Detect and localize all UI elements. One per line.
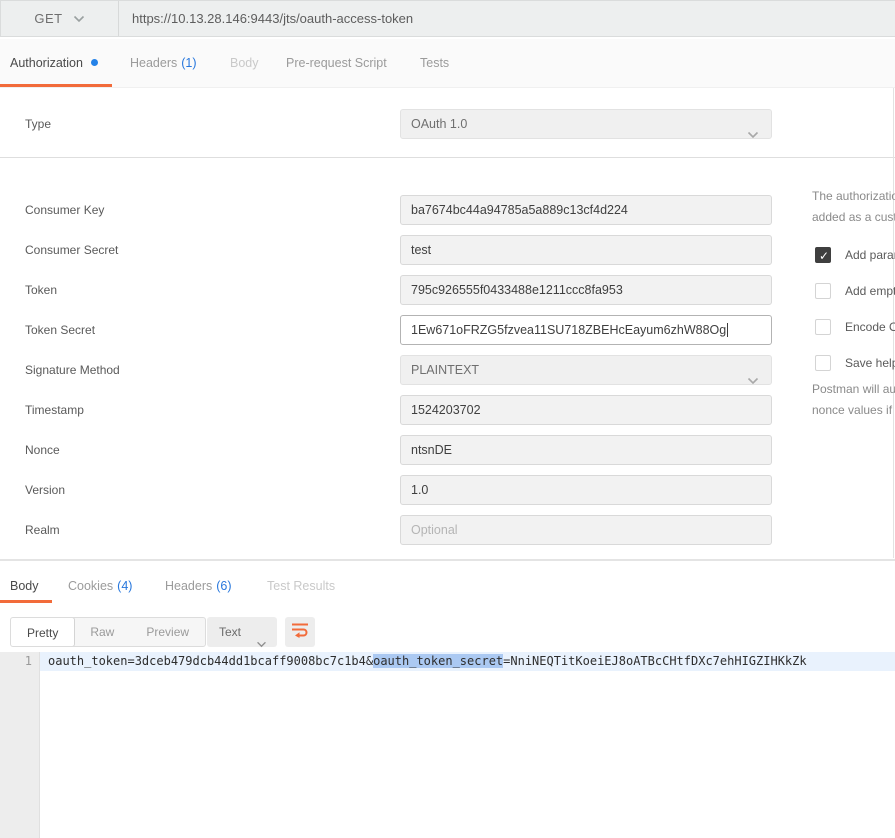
view-mode-pretty[interactable]: Pretty bbox=[10, 617, 75, 647]
url-input[interactable]: https://10.13.28.146:9443/jts/oauth-acce… bbox=[119, 1, 895, 36]
response-tab-test-results[interactable]: Test Results bbox=[267, 579, 335, 593]
active-response-tab-underline bbox=[0, 600, 52, 603]
token-field[interactable]: 795c926555f0433488e1211ccc8fa953 bbox=[400, 275, 772, 305]
section-divider bbox=[0, 157, 895, 158]
token-row: Token 795c926555f0433488e1211ccc8fa953 bbox=[0, 275, 895, 305]
response-body-editor[interactable]: 1 oauth_token=3dceb479dcb44dd1bcaff9008b… bbox=[0, 652, 895, 838]
view-mode-preview[interactable]: Preview bbox=[130, 618, 205, 646]
response-tabs: Body Cookies(4) Headers(6) Test Results bbox=[0, 561, 895, 603]
line-number: 1 bbox=[0, 652, 32, 671]
tab-authorization[interactable]: Authorization bbox=[10, 56, 98, 70]
chevron-down-icon bbox=[747, 121, 759, 139]
wrap-text-button[interactable] bbox=[285, 617, 315, 647]
realm-row: Realm Optional bbox=[0, 515, 895, 545]
nonce-field[interactable]: ntsnDE bbox=[400, 435, 772, 465]
save-helper-data-checkbox[interactable]: Save helper data to request bbox=[815, 354, 895, 372]
token-secret-field[interactable]: 1Ew671oFRZG5fzvea11SU718ZBEHcEayum6zhW88… bbox=[400, 315, 772, 345]
version-field[interactable]: 1.0 bbox=[400, 475, 772, 505]
auth-type-select[interactable]: OAuth 1.0 bbox=[400, 109, 772, 139]
signature-method-select[interactable]: PLAINTEXT bbox=[400, 355, 772, 385]
request-url-bar: GET https://10.13.28.146:9443/jts/oauth-… bbox=[0, 0, 895, 37]
timestamp-row: Timestamp 1524203702 bbox=[0, 395, 895, 425]
auto-generate-help-text: Postman will auto-generate timestamp and… bbox=[812, 379, 895, 421]
response-tab-headers[interactable]: Headers(6) bbox=[165, 579, 232, 593]
add-params-to-header-checkbox[interactable]: Add params to header bbox=[815, 246, 895, 264]
method-dropdown[interactable]: GET bbox=[1, 1, 119, 36]
checkbox-unchecked-icon bbox=[815, 355, 831, 371]
request-tabs: Authorization Headers(1) Body Pre-reques… bbox=[0, 39, 895, 88]
format-select[interactable]: Text bbox=[207, 617, 277, 647]
view-mode-group: Pretty Raw Preview bbox=[10, 617, 206, 647]
cookies-count-badge: (4) bbox=[117, 579, 132, 593]
wrap-text-icon bbox=[291, 622, 309, 643]
tab-pre-request-script[interactable]: Pre-request Script bbox=[286, 56, 387, 70]
auth-type-row: Type OAuth 1.0 bbox=[0, 109, 895, 139]
nonce-row: Nonce ntsnDE bbox=[0, 435, 895, 465]
consumer-secret-row: Consumer Secret test bbox=[0, 235, 895, 265]
timestamp-field[interactable]: 1524203702 bbox=[400, 395, 772, 425]
version-row: Version 1.0 bbox=[0, 475, 895, 505]
method-label: GET bbox=[34, 11, 62, 26]
consumer-secret-field[interactable]: test bbox=[400, 235, 772, 265]
authorization-active-dot-icon bbox=[91, 59, 98, 66]
realm-field[interactable]: Optional bbox=[400, 515, 772, 545]
postman-window: GET https://10.13.28.146:9443/jts/oauth-… bbox=[0, 0, 895, 838]
type-label: Type bbox=[25, 109, 51, 139]
line-number-gutter: 1 bbox=[0, 652, 40, 838]
checkbox-unchecked-icon bbox=[815, 319, 831, 335]
tab-headers[interactable]: Headers(1) bbox=[130, 56, 197, 70]
response-body-line[interactable]: oauth_token=3dceb479dcb44dd1bcaff9008bc7… bbox=[40, 652, 895, 671]
signature-method-row: Signature Method PLAINTEXT bbox=[0, 355, 895, 385]
response-tab-cookies[interactable]: Cookies(4) bbox=[68, 579, 132, 593]
consumer-key-field[interactable]: ba7674bc44a94785a5a889c13cf4d224 bbox=[400, 195, 772, 225]
token-secret-row: Token Secret 1Ew671oFRZG5fzvea11SU718ZBE… bbox=[0, 315, 895, 345]
text-cursor bbox=[727, 323, 728, 337]
chevron-down-icon bbox=[747, 367, 759, 385]
view-mode-raw[interactable]: Raw bbox=[74, 618, 130, 646]
auth-help-text: The authorization header will be generat… bbox=[812, 186, 895, 228]
consumer-key-row: Consumer Key ba7674bc44a94785a5a889c13cf… bbox=[0, 195, 895, 225]
active-tab-underline bbox=[0, 84, 112, 87]
chevron-down-icon bbox=[73, 10, 85, 28]
selected-text: oauth_token_secret bbox=[373, 654, 503, 668]
tab-body[interactable]: Body bbox=[230, 56, 259, 70]
response-headers-count-badge: (6) bbox=[216, 579, 231, 593]
add-empty-params-checkbox[interactable]: Add empty params to signature bbox=[815, 282, 895, 300]
checkbox-unchecked-icon bbox=[815, 283, 831, 299]
headers-count-badge: (1) bbox=[181, 56, 196, 70]
checkbox-checked-icon bbox=[815, 247, 831, 263]
tab-tests[interactable]: Tests bbox=[420, 56, 449, 70]
response-tab-body[interactable]: Body bbox=[10, 579, 39, 593]
encode-oauth-signature-checkbox[interactable]: Encode OAuth signature bbox=[815, 318, 895, 336]
response-toolbar: Pretty Raw Preview Text bbox=[0, 617, 895, 647]
